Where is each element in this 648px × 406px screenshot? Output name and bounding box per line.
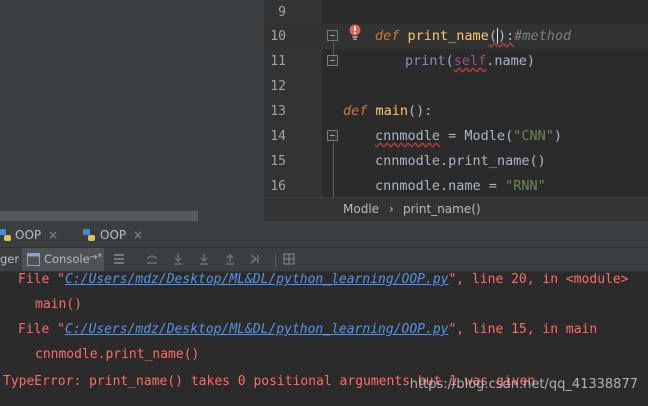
tab-label: OOP (100, 228, 127, 242)
code-text: .name) (486, 53, 536, 69)
run-tab-bar: OOP × OOP × (0, 223, 648, 248)
code-line-11[interactable]: print(self.name) (0, 49, 648, 74)
console-line: cnnmodle.print_name() (35, 347, 200, 362)
breadcrumb-class[interactable]: Modle (343, 198, 379, 221)
step-over-icon[interactable] (145, 252, 159, 266)
tab-label: OOP (15, 228, 42, 242)
debugger-tab[interactable]: ger (0, 252, 19, 266)
self-keyword: self (453, 53, 487, 69)
file-link[interactable]: C:/Users/mdz/Desktop/ML&DL/python_learni… (65, 322, 449, 337)
keyword: def (343, 103, 368, 119)
run-to-cursor-icon[interactable] (249, 252, 263, 266)
paren: ( (488, 28, 497, 44)
breadcrumb-method[interactable]: print_name() (403, 198, 481, 221)
class-call: Modle (464, 128, 506, 144)
list-icon[interactable] (112, 252, 126, 266)
python-icon (83, 229, 95, 241)
operator: = (480, 178, 506, 194)
evaluate-icon[interactable] (282, 252, 296, 266)
step-into-icon[interactable] (171, 252, 185, 266)
method-call: print_name (448, 153, 530, 169)
variable: cnnmodle (375, 153, 441, 169)
operator: = (440, 128, 465, 144)
function-name: print_name (407, 28, 489, 44)
run-tab-oop[interactable]: OOP × (80, 223, 148, 247)
close-icon[interactable]: × (48, 223, 58, 247)
pin-icon[interactable]: →* (89, 252, 102, 263)
code-line-16[interactable]: cnnmodle.name = "RNN" (0, 174, 648, 199)
string-literal: "CNN" (513, 128, 554, 144)
text: ", line 20, in <module> (448, 272, 629, 287)
toolbar-separator (275, 252, 276, 268)
text: File " (18, 322, 65, 337)
code-line-10[interactable]: def print_name():#method (0, 24, 648, 49)
console-line: File "C:/Users/mdz/Desktop/ML&DL/python_… (18, 267, 629, 292)
line-number: 12 (270, 79, 286, 94)
text: ", line 15, in main (448, 322, 598, 337)
console-line: File "C:/Users/mdz/Desktop/ML&DL/python_… (18, 317, 597, 342)
console-line: main() (35, 297, 82, 312)
watermark: https://blog.csdn.net/qq_41338877 (409, 377, 638, 392)
code-line-14[interactable]: cnnmodle = Modle("CNN") (0, 124, 648, 149)
code-text: .name (440, 178, 481, 194)
text: File " (18, 272, 65, 287)
variable: cnnmodle (375, 178, 441, 194)
line-number: 9 (278, 5, 286, 20)
paren: ): (497, 28, 515, 44)
breadcrumb: Modle › print_name() (264, 197, 648, 221)
paren: ( (445, 53, 454, 69)
code-text: (): (408, 103, 433, 119)
function-name: main (375, 103, 409, 119)
step-out-icon[interactable] (223, 252, 237, 266)
horizontal-scrollbar[interactable] (0, 211, 198, 221)
run-tab-oop[interactable]: OOP × (0, 223, 64, 247)
code-line-13[interactable]: def main(): (0, 99, 648, 124)
string-literal: "RNN" (505, 178, 546, 194)
code-text: () (529, 153, 546, 169)
file-link[interactable]: C:/Users/mdz/Desktop/ML&DL/python_learni… (65, 272, 449, 287)
python-icon (0, 229, 11, 241)
comment: #method (514, 28, 572, 44)
code-line-15[interactable]: cnnmodle.print_name() (0, 149, 648, 174)
step-into-my-code-icon[interactable] (197, 252, 211, 266)
breadcrumb-separator: › (389, 202, 394, 216)
keyword: def (375, 28, 400, 44)
builtin-call: print (405, 53, 446, 69)
close-icon[interactable]: × (133, 223, 143, 247)
paren: ( (505, 128, 514, 144)
dot: . (440, 153, 449, 169)
console-label: Console (44, 252, 90, 266)
console-icon (27, 253, 40, 266)
variable: cnnmodle (375, 128, 441, 144)
paren: ) (553, 128, 562, 144)
